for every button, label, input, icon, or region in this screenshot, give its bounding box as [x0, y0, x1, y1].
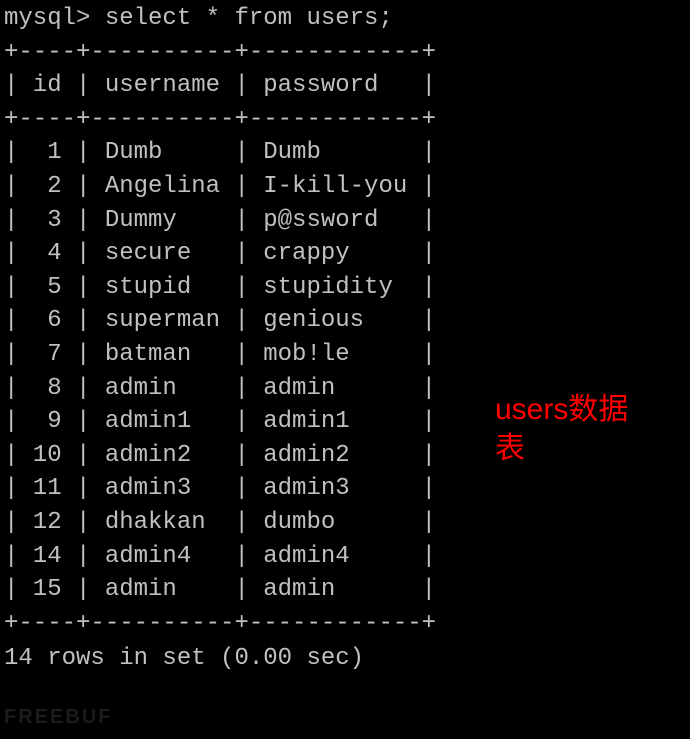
table-row: | 2 | Angelina | I-kill-you |	[4, 170, 686, 204]
table-row: | 12 | dhakkan | dumbo |	[4, 506, 686, 540]
table-border-bot: +----+----------+------------+	[4, 607, 686, 641]
table-row: | 3 | Dummy | p@ssword |	[4, 204, 686, 238]
table-row: | 1 | Dumb | Dumb |	[4, 136, 686, 170]
table-border-top: +----+----------+------------+	[4, 36, 686, 70]
table-row: | 15 | admin | admin |	[4, 573, 686, 607]
table-border-mid: +----+----------+------------+	[4, 103, 686, 137]
table-header-row: | id | username | password |	[4, 69, 686, 103]
watermark: FREEBUF	[4, 703, 112, 731]
table-row: | 14 | admin4 | admin4 |	[4, 540, 686, 574]
table-row: | 5 | stupid | stupidity |	[4, 271, 686, 305]
table-row: | 4 | secure | crappy |	[4, 237, 686, 271]
table-row: | 11 | admin3 | admin3 |	[4, 472, 686, 506]
annotation-label: users数据表	[495, 390, 655, 468]
result-summary: 14 rows in set (0.00 sec)	[4, 642, 686, 676]
table-body: | 1 | Dumb | Dumb || 2 | Angelina | I-ki…	[4, 136, 686, 606]
table-row: | 7 | batman | mob!le |	[4, 338, 686, 372]
mysql-prompt[interactable]: mysql> select * from users;	[4, 2, 686, 36]
table-row: | 6 | superman | genious |	[4, 304, 686, 338]
